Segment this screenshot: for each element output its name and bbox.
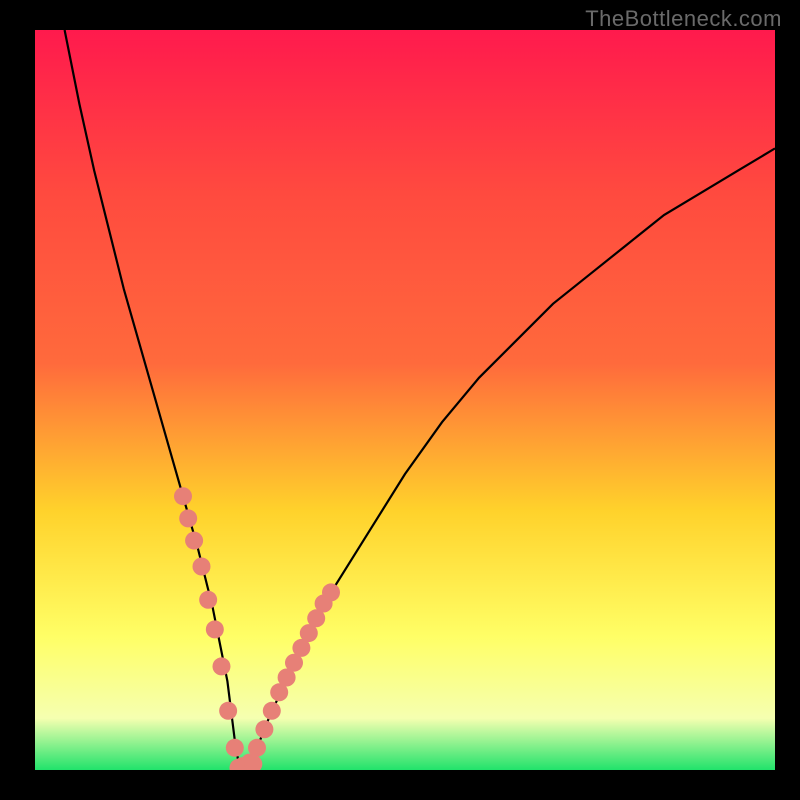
- marker-dot: [255, 720, 273, 738]
- marker-dot: [199, 591, 217, 609]
- marker-dot: [179, 509, 197, 527]
- marker-dot: [219, 702, 237, 720]
- marker-dot: [212, 657, 230, 675]
- bottleneck-chart-svg: [35, 30, 775, 770]
- marker-dot: [174, 487, 192, 505]
- marker-dot: [248, 739, 266, 757]
- marker-dot: [263, 702, 281, 720]
- marker-dot: [185, 532, 203, 550]
- watermark-text: TheBottleneck.com: [585, 6, 782, 32]
- marker-dot: [226, 739, 244, 757]
- marker-dot: [322, 583, 340, 601]
- gradient-background: [35, 30, 775, 770]
- marker-dot: [193, 558, 211, 576]
- marker-dot: [206, 620, 224, 638]
- chart-area: [35, 30, 775, 770]
